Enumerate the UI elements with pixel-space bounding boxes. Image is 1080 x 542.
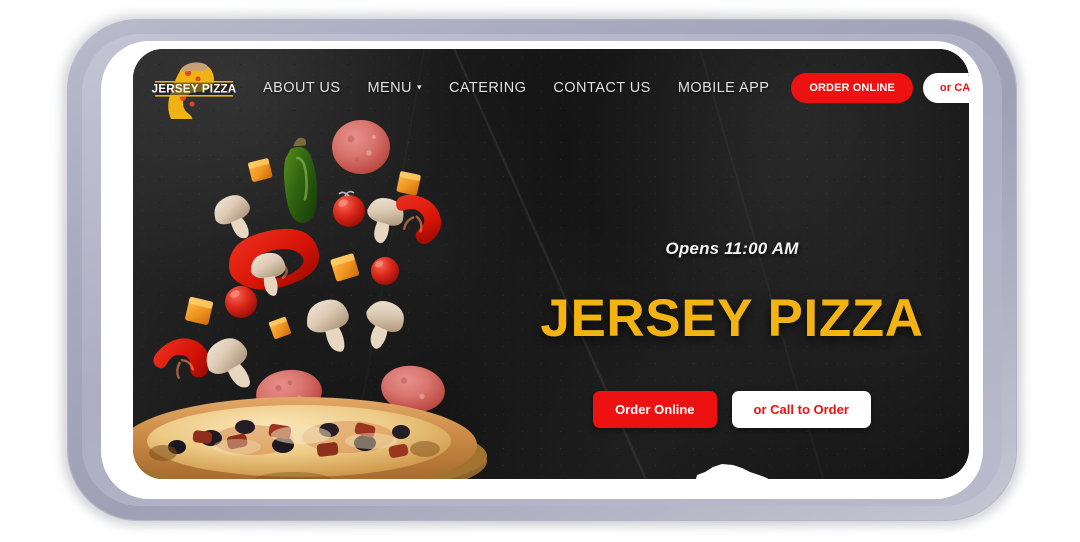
nav-item-mobile-app[interactable]: MOBILE APP — [678, 80, 770, 96]
hero-action-buttons: Order Online or Call to Order — [517, 391, 947, 428]
chevron-down-icon: ▾ — [416, 82, 422, 92]
nav-item-about-us-label: ABOUT US — [263, 80, 341, 96]
hero-order-online-button[interactable]: Order Online — [593, 391, 717, 428]
nav-order-online-button[interactable]: ORDER ONLINE — [791, 73, 913, 103]
hero-title: JERSEY PIZZA — [540, 289, 924, 348]
nav-links: ABOUT US MENU ▾ CATERING CONTACT US MOBIL… — [263, 80, 769, 96]
nav-item-catering-label: CATERING — [448, 80, 527, 96]
nav-item-catering[interactable]: CATERING — [449, 80, 526, 96]
nav-call-to-order-button[interactable]: or CALL TO ORDER — [922, 73, 969, 103]
device-screen: JERSEY PIZZA ABOUT US MENU ▾ CATERING CON… — [133, 49, 969, 479]
nav-item-contact-us-label: CONTACT US — [553, 80, 651, 96]
hero-opening-hours: Opens 11:00 AM — [665, 239, 799, 258]
screenshot-stage: JERSEY PIZZA ABOUT US MENU ▾ CATERING CON… — [0, 0, 1080, 542]
nav-item-menu[interactable]: MENU ▾ — [367, 80, 421, 96]
site-navbar: JERSEY PIZZA ABOUT US MENU ▾ CATERING CON… — [133, 49, 969, 127]
nav-item-about-us[interactable]: ABOUT US — [263, 80, 340, 96]
nav-action-buttons: ORDER ONLINE or CALL TO ORDER — [791, 73, 969, 103]
hero-call-to-order-button[interactable]: or Call to Order — [731, 391, 871, 428]
logo-wordmark: JERSEY PIZZA — [152, 82, 237, 95]
brand-logo[interactable]: JERSEY PIZZA — [151, 57, 237, 119]
hero-content: Opens 11:00 AM JERSEY PIZZA Order Online… — [517, 239, 947, 428]
nav-item-contact-us[interactable]: CONTACT US — [553, 80, 650, 96]
nav-item-mobile-app-label: MOBILE APP — [677, 80, 770, 96]
nav-item-menu-label: MENU — [367, 80, 412, 96]
